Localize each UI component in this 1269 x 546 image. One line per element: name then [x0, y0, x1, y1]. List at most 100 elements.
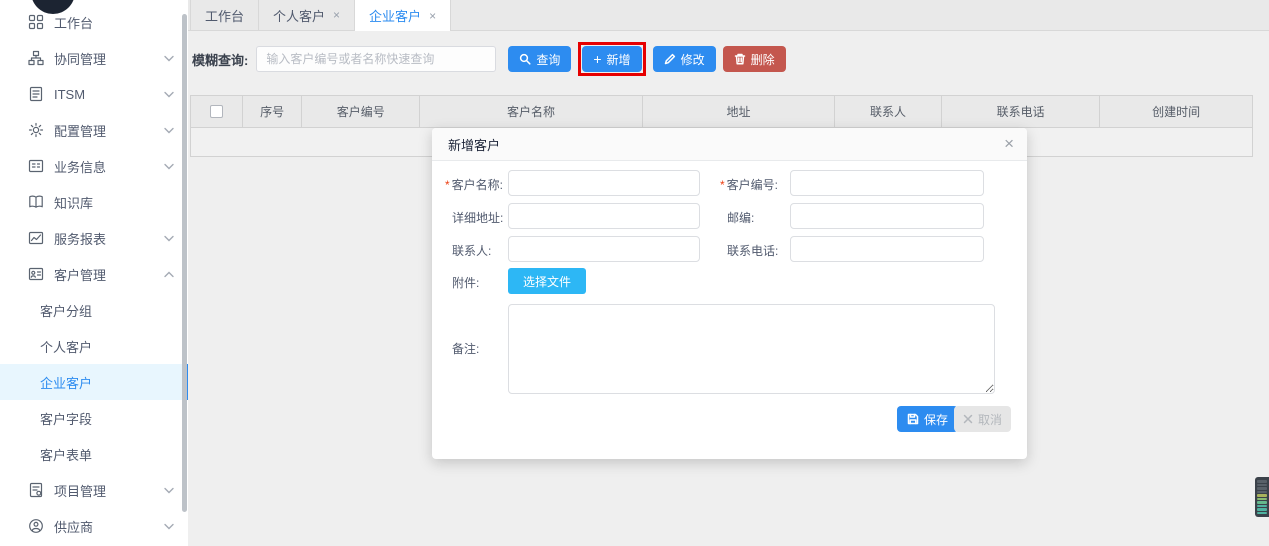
sidebar-item-label: 个人客户 [40, 337, 174, 356]
tab-close-icon[interactable]: × [429, 10, 436, 22]
column-header-address: 地址 [643, 96, 835, 127]
sidebar-item-workbench[interactable]: 工作台 [0, 4, 188, 40]
required-mark: * [445, 178, 450, 192]
address-field[interactable] [508, 203, 700, 229]
sidebar-item-label: 客户表单 [40, 445, 174, 464]
choose-file-button[interactable]: 选择文件 [508, 268, 586, 294]
gear-icon [28, 122, 45, 139]
card-list-icon [28, 158, 45, 175]
sidebar-item-label: 知识库 [54, 193, 174, 212]
sidebar-item-collaboration[interactable]: 协同管理 [0, 40, 188, 76]
supplier-person-icon [28, 518, 45, 535]
chevron-up-icon [164, 271, 174, 278]
delete-button[interactable]: 删除 [723, 46, 786, 72]
address-label: 详细地址: [452, 209, 503, 226]
close-icon[interactable]: × [1004, 133, 1014, 155]
sidebar-item-label: 企业客户 [40, 373, 170, 392]
customer-name-label: *客户名称: [445, 176, 503, 193]
tab-label: 企业客户 [369, 6, 421, 25]
id-card-icon [28, 266, 45, 283]
sidebar-item-label: 协同管理 [54, 49, 164, 68]
trash-icon [734, 53, 746, 65]
search-input[interactable] [256, 46, 496, 72]
sidebar-item-customer-fields[interactable]: 客户字段 [0, 400, 188, 436]
org-icon [28, 50, 45, 67]
sidebar-item-label: 项目管理 [54, 481, 164, 500]
tab-workbench[interactable]: 工作台 [190, 0, 259, 30]
search-icon [519, 53, 531, 65]
grid-icon [28, 14, 45, 31]
chart-icon [28, 230, 45, 247]
sidebar-item-label: 客户分组 [40, 301, 174, 320]
sidebar-item-knowledge-base[interactable]: 知识库 [0, 184, 188, 220]
sidebar-item-personal-customers[interactable]: 个人客户 [0, 328, 188, 364]
table-header-row: 序号 客户编号 客户名称 地址 联系人 联系电话 创建时间 [191, 96, 1252, 128]
sidebar-item-customer-forms[interactable]: 客户表单 [0, 436, 188, 472]
column-header-phone: 联系电话 [942, 96, 1100, 127]
floppy-icon [907, 413, 919, 425]
modal-header: 新增客户 [432, 128, 1027, 161]
select-all-cell [191, 96, 243, 127]
search-label: 模糊查询: [192, 50, 248, 69]
annotation-red-box: + 新增 [578, 42, 645, 76]
modal-title: 新增客户 [448, 135, 500, 154]
sidebar-item-label: 业务信息 [54, 157, 164, 176]
sidebar: 工作台 协同管理 ITSM 配置管理 业务信息 知识库 [0, 0, 188, 546]
sidebar-item-customer-management[interactable]: 客户管理 [0, 256, 188, 292]
document-list-icon [28, 86, 45, 103]
query-button[interactable]: 查询 [508, 46, 571, 72]
customer-code-field[interactable] [790, 170, 984, 196]
tab-label: 工作台 [205, 6, 244, 25]
sidebar-item-label: ITSM [54, 87, 164, 102]
project-doc-icon [28, 482, 45, 499]
select-all-checkbox[interactable] [210, 105, 223, 118]
edit-button[interactable]: 修改 [653, 46, 716, 72]
column-header-name: 客户名称 [420, 96, 643, 127]
zip-field[interactable] [790, 203, 984, 229]
cancel-button: 取消 [954, 406, 1011, 432]
add-customer-modal: 新增客户 × *客户名称: *客户编号: 详细地址: 邮编: 联系人: 联系电话… [432, 128, 1027, 459]
sidebar-item-label: 服务报表 [54, 229, 164, 248]
contact-label: 联系人: [452, 242, 491, 259]
add-button[interactable]: + 新增 [582, 46, 641, 72]
phone-field[interactable] [790, 236, 984, 262]
pencil-icon [664, 53, 676, 65]
chevron-down-icon [164, 55, 174, 62]
sidebar-item-customer-groups[interactable]: 客户分组 [0, 292, 188, 328]
sidebar-menu: 工作台 协同管理 ITSM 配置管理 业务信息 知识库 [0, 4, 188, 544]
search-toolbar: 模糊查询: 查询 + 新增 修改 删除 [188, 31, 1269, 76]
sidebar-item-config[interactable]: 配置管理 [0, 112, 188, 148]
sidebar-scrollbar[interactable] [182, 14, 187, 512]
sidebar-item-label: 客户管理 [54, 265, 164, 284]
attachment-label: 附件: [452, 274, 479, 291]
contact-field[interactable] [508, 236, 700, 262]
book-icon [28, 194, 45, 211]
column-header-index: 序号 [243, 96, 302, 127]
chevron-down-icon [164, 127, 174, 134]
tab-enterprise-customers[interactable]: 企业客户 × [355, 0, 451, 31]
tab-close-icon[interactable]: × [333, 9, 340, 21]
screen-overlay-widget [1255, 477, 1269, 517]
remark-label: 备注: [452, 340, 479, 357]
tab-personal-customers[interactable]: 个人客户 × [259, 0, 355, 30]
chevron-down-icon [164, 163, 174, 170]
chevron-down-icon [164, 487, 174, 494]
chevron-down-icon [164, 523, 174, 530]
sidebar-item-business-info[interactable]: 业务信息 [0, 148, 188, 184]
column-header-code: 客户编号 [302, 96, 420, 127]
sidebar-item-suppliers[interactable]: 供应商 [0, 508, 188, 544]
remark-textarea[interactable] [508, 304, 995, 394]
save-button[interactable]: 保存 [897, 406, 958, 432]
tab-label: 个人客户 [273, 6, 325, 25]
column-header-contact: 联系人 [835, 96, 942, 127]
sidebar-item-project-management[interactable]: 项目管理 [0, 472, 188, 508]
sidebar-item-label: 客户字段 [40, 409, 174, 428]
plus-icon: + [593, 52, 601, 66]
sidebar-item-label: 供应商 [54, 517, 164, 536]
sidebar-item-service-reports[interactable]: 服务报表 [0, 220, 188, 256]
sidebar-item-itsm[interactable]: ITSM [0, 76, 188, 112]
chevron-down-icon [164, 235, 174, 242]
customer-name-field[interactable] [508, 170, 700, 196]
x-icon [963, 414, 973, 424]
sidebar-item-enterprise-customers[interactable]: 企业客户 [0, 364, 188, 400]
